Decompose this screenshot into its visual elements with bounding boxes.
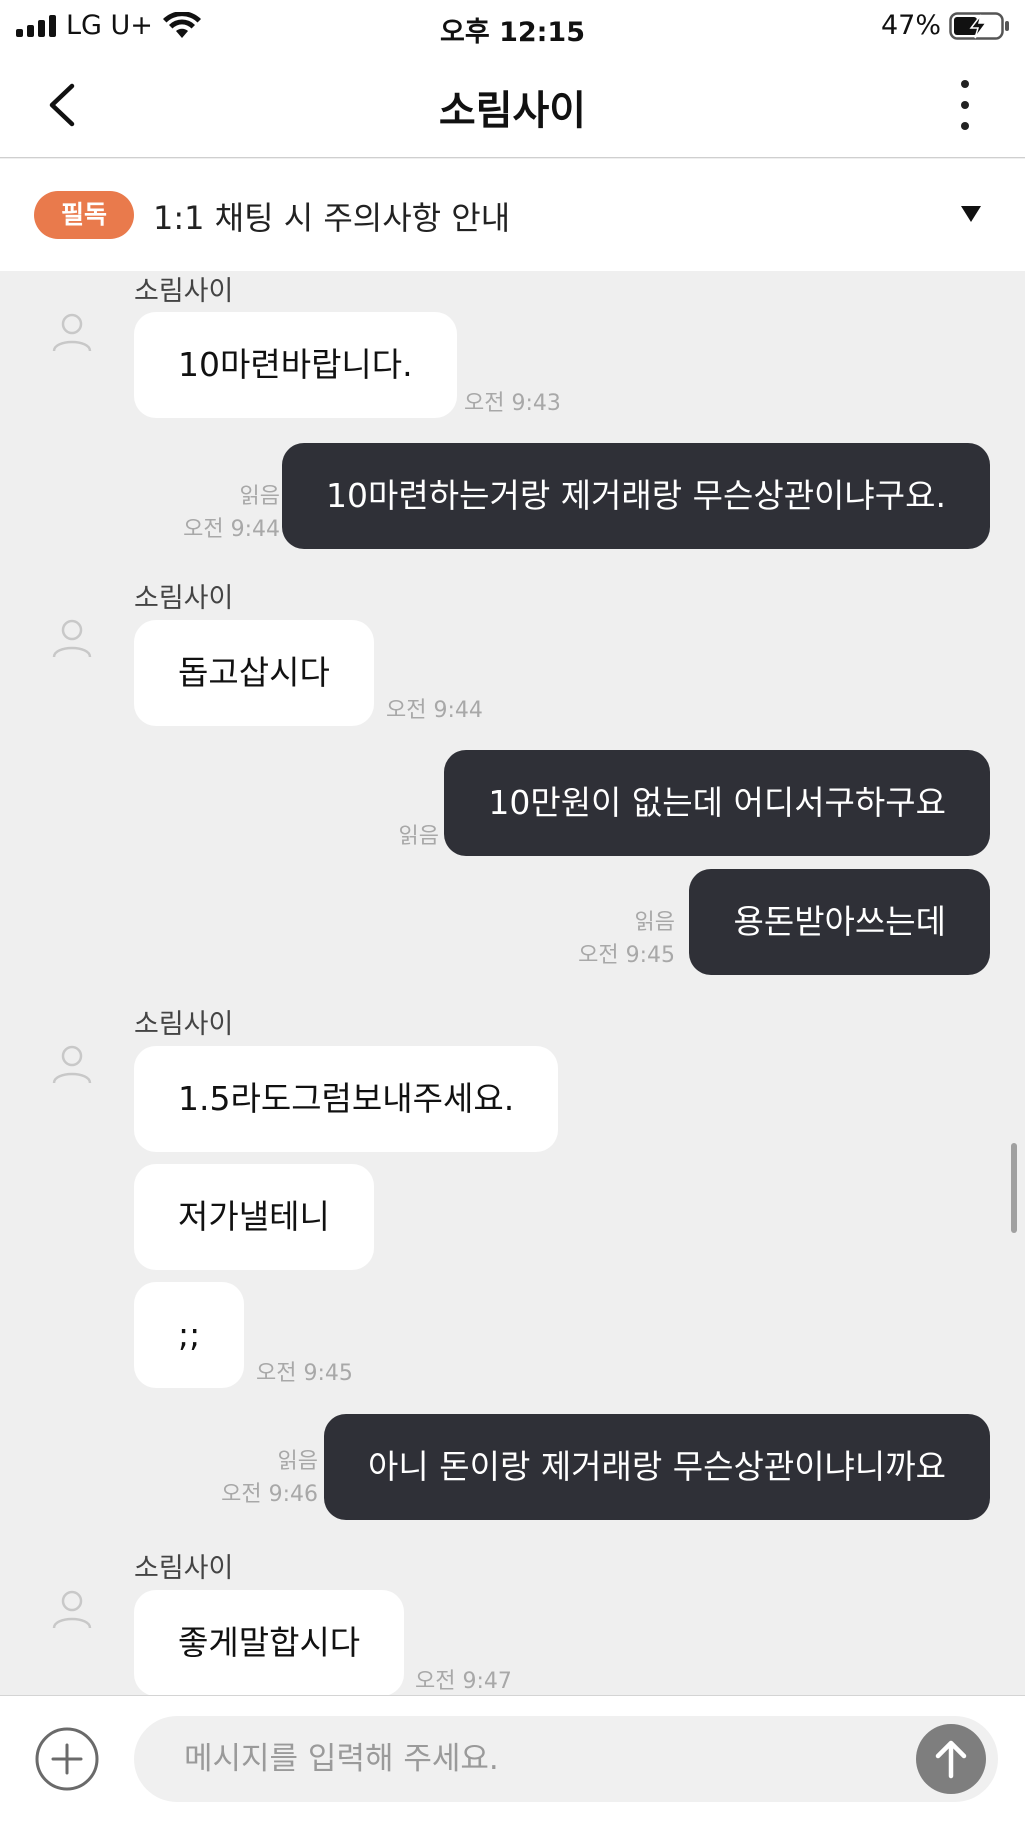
expand-triangle-icon[interactable] [959, 203, 983, 225]
message-bubble-outgoing[interactable]: 10만원이 없는데 어디서구하구요 [444, 750, 990, 856]
message-bubble-outgoing[interactable]: 10마련하는거랑 제거래랑 무슨상관이냐구요. [282, 443, 990, 549]
message-bubble-incoming[interactable]: ;; [134, 1282, 245, 1388]
message-time: 오전 9:46 [221, 1482, 318, 1507]
message-input[interactable] [134, 1716, 998, 1802]
must-read-badge: 필독 [34, 191, 134, 239]
message-bubble-outgoing[interactable]: 아니 돈이랑 제거래랑 무슨상관이냐니까요 [324, 1414, 990, 1520]
status-bar: LG U+ 오후 12:15 47% [0, 0, 1025, 52]
send-arrow-icon [935, 1740, 967, 1779]
notice-banner[interactable]: 필독 1:1 채팅 시 주의사항 안내 [0, 159, 1025, 271]
read-receipt: 읽음 [239, 484, 280, 509]
message-bubble-incoming[interactable]: 10마련바랍니다. [134, 312, 457, 418]
message-time: 오전 9:47 [415, 1669, 512, 1694]
message-bubble-incoming[interactable]: 돕고삽시다 [134, 620, 374, 726]
battery-percent: 47% [880, 10, 941, 41]
back-arrow-icon[interactable] [40, 80, 90, 130]
message-bubble-incoming[interactable]: 1.5라도그럼보내주세요. [134, 1046, 559, 1152]
message-bubble-incoming[interactable]: 저가낼테니 [134, 1164, 374, 1270]
message-composer [0, 1695, 1025, 1822]
read-receipt: 읽음 [398, 824, 439, 849]
message-time: 오전 9:45 [256, 1361, 353, 1386]
read-receipt: 읽음 [277, 1449, 318, 1474]
chat-title: 소림사이 [438, 88, 587, 134]
status-right: 47% [881, 10, 1011, 41]
chat-header: 소림사이 [0, 52, 1025, 158]
message-time: 오전 9:43 [464, 391, 561, 416]
send-button[interactable] [916, 1724, 986, 1794]
avatar-icon[interactable] [46, 1039, 98, 1091]
chat-list[interactable]: 소림사이 10마련바랍니다. 오전 9:43 읽음 오전 9:44 10마련하는… [0, 271, 1025, 1695]
chat-scrollbar[interactable] [1011, 1143, 1017, 1233]
message-time: 오전 9:44 [183, 517, 280, 542]
avatar-icon[interactable] [46, 1584, 98, 1636]
status-time: 오후 12:15 [439, 17, 586, 48]
more-options-icon[interactable] [955, 78, 975, 132]
sender-name: 소림사이 [134, 1553, 234, 1584]
message-time: 오전 9:44 [386, 698, 483, 723]
notice-text: 1:1 채팅 시 주의사항 안내 [153, 199, 511, 237]
message-bubble-incoming[interactable]: 좋게말합시다 [134, 1590, 405, 1695]
sender-name: 소림사이 [134, 583, 234, 614]
sender-name: 소림사이 [134, 276, 234, 307]
attach-plus-icon[interactable] [34, 1726, 100, 1792]
sender-name: 소림사이 [134, 1009, 234, 1040]
avatar-icon[interactable] [46, 307, 98, 359]
avatar-icon[interactable] [46, 613, 98, 665]
battery-charging-icon [949, 11, 1009, 40]
message-bubble-outgoing[interactable]: 용돈받아쓰는데 [689, 869, 990, 975]
read-receipt: 읽음 [634, 910, 675, 935]
message-time: 오전 9:45 [578, 943, 675, 968]
